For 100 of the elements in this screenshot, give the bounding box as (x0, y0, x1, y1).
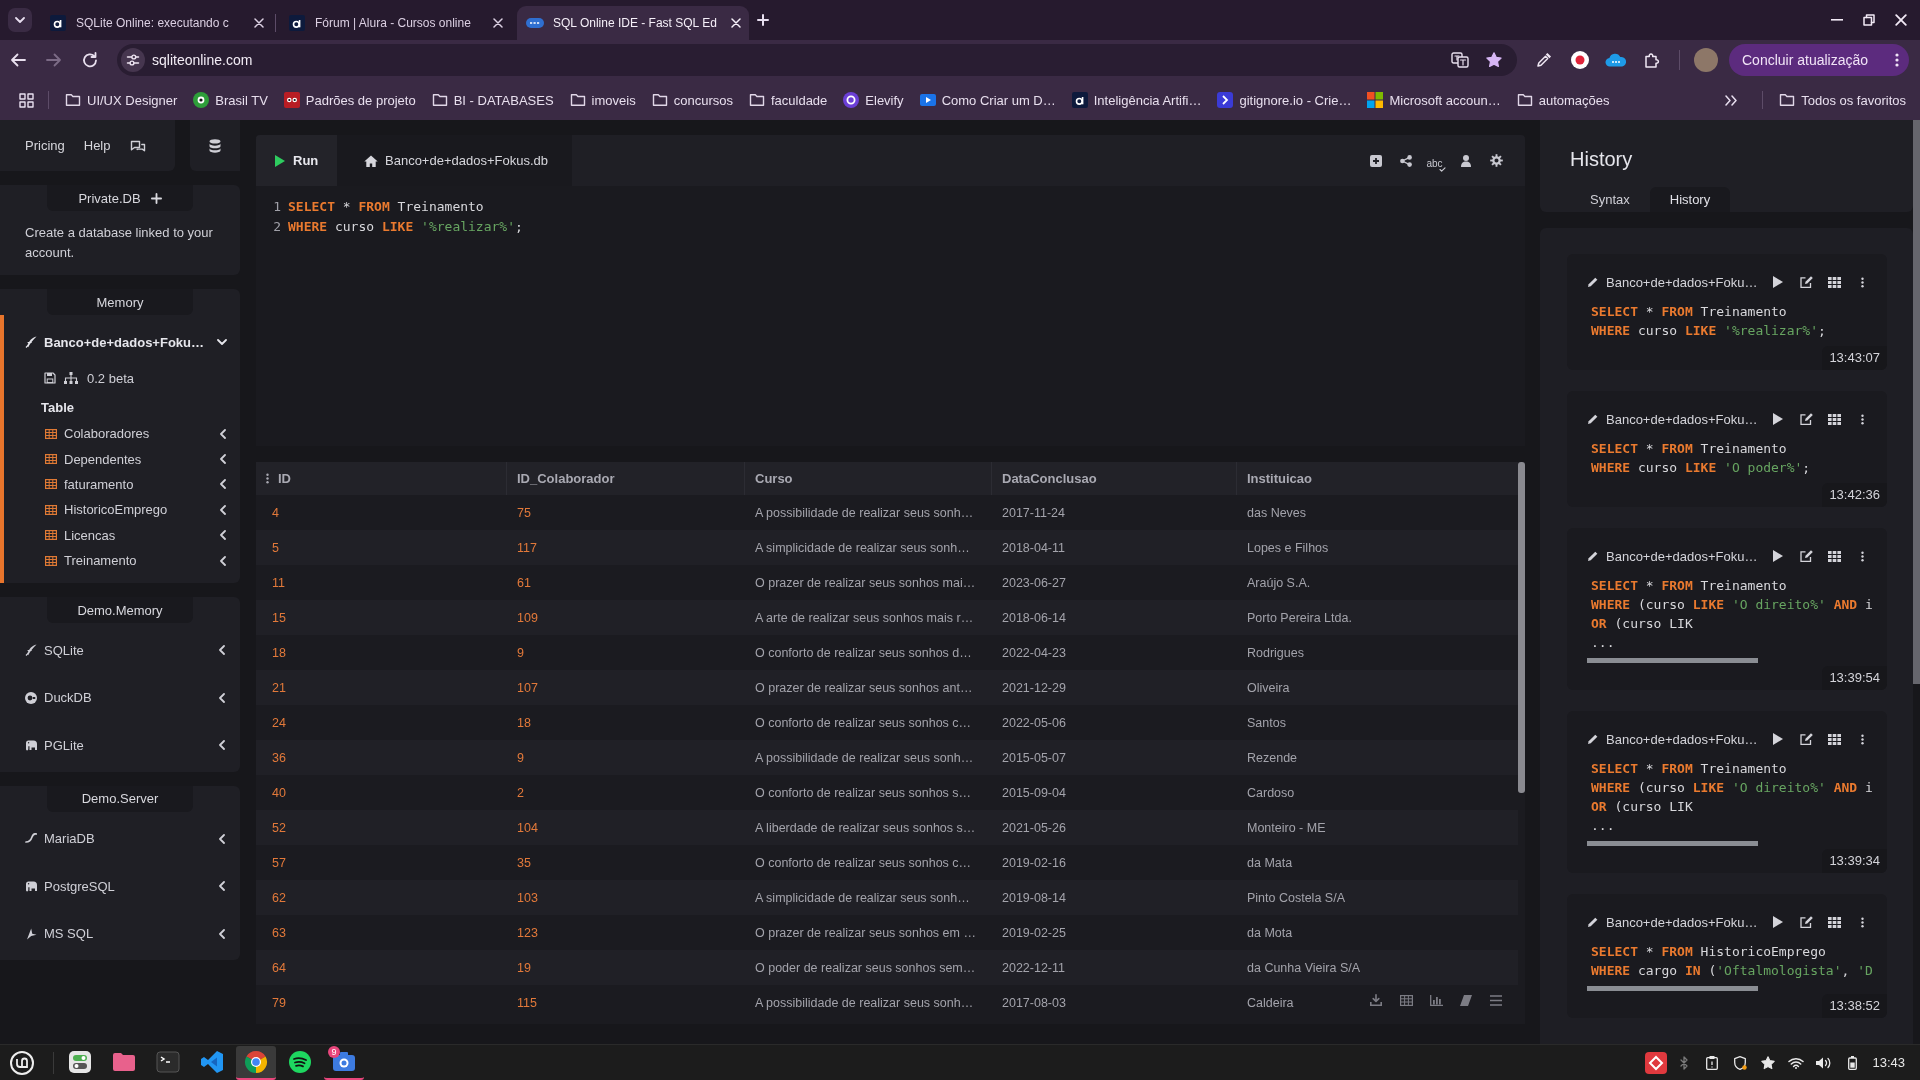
bookmark[interactable]: BI - DATABASES (423, 86, 562, 114)
browser-tab[interactable]: SQL Online IDE - Fast SQL Ed (517, 6, 749, 40)
kebab-menu-icon[interactable] (1860, 733, 1864, 745)
start-menu-icon[interactable] (10, 1050, 34, 1075)
bookmark[interactable]: Todos os favoritos (1771, 86, 1914, 114)
chevron-down-icon[interactable] (217, 339, 227, 345)
table-item[interactable]: Licencas (4, 522, 240, 548)
bookmark[interactable]: Microsoft accoun… (1359, 86, 1509, 114)
engine-item[interactable]: MariaDB (0, 814, 240, 863)
database-item[interactable]: Banco+de+dados+Foku… (4, 327, 240, 357)
play-icon[interactable] (1773, 550, 1783, 562)
chevron-left-icon[interactable] (220, 479, 226, 490)
column-header[interactable]: ID (256, 462, 507, 495)
edit-icon[interactable] (1799, 413, 1813, 425)
extensions-icon[interactable] (1644, 52, 1660, 68)
bookmark[interactable]: imoveis (561, 86, 644, 114)
code-editor[interactable]: 1 SELECT * FROM Treinamento 2 WHERE curso LIKE '%realizar%'; (256, 186, 1525, 446)
table-icon[interactable] (1399, 994, 1413, 1006)
pencil-icon[interactable] (1588, 734, 1598, 744)
database-button[interactable] (190, 120, 240, 171)
double-chevron-icon[interactable] (1725, 94, 1738, 106)
bookmark[interactable]: UI/UX Designer (57, 86, 186, 114)
reload-icon[interactable] (82, 52, 98, 68)
bookmark[interactable]: gitignore.io - Crie… (1209, 86, 1360, 114)
chat-icon[interactable] (129, 139, 146, 152)
kebab-menu-icon[interactable] (1860, 916, 1864, 928)
close-icon[interactable] (493, 18, 503, 28)
scrollbar[interactable] (1587, 986, 1758, 991)
bar-chart-icon[interactable] (1429, 994, 1443, 1006)
chevron-left-icon[interactable] (220, 454, 226, 465)
bookmark[interactable]: faculdade (740, 86, 836, 114)
chevron-left-icon[interactable] (220, 428, 226, 439)
wifi-icon[interactable] (1788, 1056, 1805, 1069)
table-item[interactable]: HistoricoEmprego (4, 497, 240, 523)
address-field[interactable]: sqliteonline.com (117, 44, 1517, 76)
settings-icon[interactable] (1489, 154, 1503, 167)
scrollbar[interactable] (1913, 120, 1920, 684)
save-icon[interactable] (44, 372, 56, 384)
taskbar-button[interactable] (236, 1045, 276, 1080)
pencil-icon[interactable] (1588, 277, 1598, 287)
volume-icon[interactable] (1816, 1056, 1833, 1069)
battery-icon[interactable] (1847, 1055, 1857, 1070)
play-icon[interactable] (1773, 916, 1783, 928)
chevron-left-icon[interactable] (219, 833, 225, 844)
tab[interactable]: Syntax (1570, 187, 1650, 212)
engine-item[interactable]: PGLite (0, 721, 240, 769)
nav-link[interactable]: Pricing (25, 138, 65, 153)
chevron-left-icon[interactable] (220, 504, 226, 515)
bookmark[interactable]: Inteligência Artifi… (1063, 86, 1210, 114)
play-icon[interactable] (1773, 276, 1783, 288)
site-info-icon[interactable] (121, 48, 145, 72)
grid-icon[interactable] (1827, 413, 1841, 425)
taskbar-button[interactable]: 9 (324, 1045, 364, 1080)
scrollbar[interactable] (1587, 658, 1758, 663)
kebab-menu-icon[interactable] (1860, 276, 1864, 288)
clipboard-icon[interactable] (1706, 1055, 1719, 1070)
scrollbar[interactable] (1518, 462, 1525, 793)
spellcheck-button[interactable]: abc (1426, 152, 1446, 169)
chevron-left-icon[interactable] (219, 740, 225, 751)
eraser-icon[interactable] (1460, 994, 1472, 1006)
bookmark[interactable]: Padrões de projeto (275, 86, 424, 114)
edit-icon[interactable] (1799, 733, 1813, 745)
chevron-left-icon[interactable] (220, 555, 226, 566)
sitemap-icon[interactable] (64, 372, 78, 384)
engine-item[interactable]: SQLite (0, 626, 240, 674)
column-header[interactable]: Curso (745, 462, 992, 495)
table-item[interactable]: Treinamento (4, 547, 240, 574)
diamond-app-icon[interactable] (1645, 1051, 1668, 1074)
browser-tab[interactable]: Fórum | Alura - Cursos online (279, 6, 511, 40)
kebab-menu-icon[interactable] (1860, 413, 1864, 425)
pencil-icon[interactable] (1588, 414, 1598, 424)
play-icon[interactable] (1773, 413, 1783, 425)
column-header[interactable]: ID_Colaborador (507, 462, 745, 495)
forward-icon[interactable] (46, 53, 62, 67)
cloud-icon[interactable] (1605, 53, 1627, 67)
scrollbar[interactable] (1587, 841, 1758, 846)
grid-icon[interactable] (1827, 916, 1841, 928)
chevron-left-icon[interactable] (219, 645, 225, 656)
edit-icon[interactable] (1799, 276, 1813, 288)
column-menu-icon[interactable] (266, 473, 269, 484)
grid-icon[interactable] (1827, 550, 1841, 562)
chevron-left-icon[interactable] (219, 881, 225, 892)
update-button[interactable]: Concluir atualização (1729, 44, 1909, 76)
bookmark[interactable]: Como Criar um D… (911, 86, 1064, 114)
file-tab[interactable]: Banco+de+dados+Fokus.db (337, 135, 572, 186)
eyedropper-icon[interactable] (1536, 52, 1552, 68)
column-header[interactable]: Instituicao (1237, 462, 1518, 495)
tab[interactable]: History (1649, 187, 1731, 212)
download-icon[interactable] (1370, 994, 1382, 1006)
new-tab-icon[interactable] (757, 14, 769, 26)
pencil-icon[interactable] (1588, 917, 1598, 927)
grid-icon[interactable] (1827, 733, 1841, 745)
engine-item[interactable]: MS SQL (0, 909, 240, 958)
play-icon[interactable] (1773, 733, 1783, 745)
menu-icon[interactable] (1490, 994, 1502, 1006)
shield-icon[interactable] (1733, 1055, 1747, 1070)
engine-item[interactable]: DuckDB (0, 673, 240, 722)
star-icon[interactable] (1486, 52, 1502, 68)
run-button[interactable]: Run (256, 135, 337, 186)
bookmark[interactable]: automações (1508, 86, 1618, 114)
